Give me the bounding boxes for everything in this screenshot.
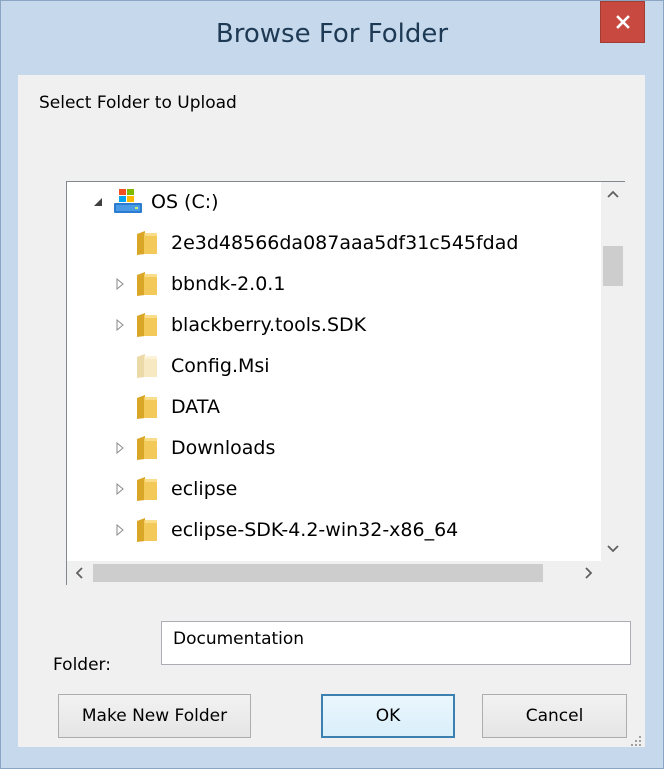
dialog-body: Select Folder to Upload OS (C:) 2e3d4856… [18, 75, 645, 747]
tree-node-folder[interactable]: eclipse [113, 469, 237, 509]
tree-node-label: eclipse [171, 478, 238, 500]
folder-icon [137, 231, 157, 255]
scrollbar-corner [601, 561, 625, 585]
folder-tree[interactable]: OS (C:) 2e3d48566da087aaa5df31c545fdad b… [66, 181, 625, 585]
scroll-right-button[interactable] [577, 561, 601, 585]
window-title: Browse For Folder [215, 19, 449, 49]
tree-node-folder[interactable]: DATA [113, 387, 220, 427]
folder-name-input[interactable] [161, 621, 631, 665]
close-icon [615, 15, 630, 29]
tree-node-label: DATA [171, 396, 220, 418]
title-bar[interactable]: Browse For Folder [1, 1, 663, 75]
tree-node-label: 2e3d48566da087aaa5df31c545fdad [171, 232, 519, 254]
vertical-scroll-thumb[interactable] [603, 246, 623, 286]
tree-collapsed-icon[interactable] [113, 441, 127, 455]
chevron-up-icon [607, 190, 619, 198]
folder-icon [137, 272, 157, 296]
tree-expanded-icon[interactable] [91, 195, 105, 209]
close-button[interactable] [600, 1, 645, 43]
chevron-left-icon [75, 567, 83, 579]
tree-node-drive-c[interactable]: OS (C:) [91, 182, 219, 222]
vertical-scrollbar[interactable] [601, 182, 625, 561]
folder-field-label: Folder: [53, 655, 111, 675]
hidden-folder-icon [137, 354, 157, 378]
horizontal-scroll-thumb[interactable] [93, 564, 543, 582]
tree-node-folder[interactable]: blackberry.tools.SDK [113, 305, 366, 345]
folder-icon [137, 395, 157, 419]
tree-node-folder[interactable]: eclipse-SDK-4.2-win32-x86_64 [113, 510, 458, 550]
tree-collapsed-icon[interactable] [113, 523, 127, 537]
tree-node-label: blackberry.tools.SDK [171, 314, 367, 336]
dialog-prompt: Select Folder to Upload [39, 93, 237, 113]
tree-node-folder-hidden[interactable]: Config.Msi [113, 346, 270, 386]
resize-grip-icon[interactable] [630, 735, 642, 747]
ok-button[interactable]: OK [321, 694, 455, 738]
folder-tree-viewport: OS (C:) 2e3d48566da087aaa5df31c545fdad b… [67, 182, 601, 561]
folder-icon [137, 477, 157, 501]
tree-node-folder[interactable]: 2e3d48566da087aaa5df31c545fdad [113, 223, 518, 263]
horizontal-scrollbar[interactable] [67, 561, 601, 585]
tree-collapsed-icon[interactable] [113, 277, 127, 291]
tree-collapsed-icon[interactable] [113, 482, 127, 496]
folder-icon [137, 436, 157, 460]
folder-icon [137, 518, 157, 542]
tree-node-label: Downloads [171, 437, 276, 459]
tree-node-label: Config.Msi [171, 355, 270, 377]
chevron-down-icon [607, 545, 619, 553]
tree-node-label: eclipse-SDK-4.2-win32-x86_64 [171, 519, 459, 541]
cancel-button[interactable]: Cancel [482, 694, 627, 738]
tree-collapsed-icon[interactable] [113, 318, 127, 332]
tree-node-folder[interactable]: Downloads [113, 428, 275, 468]
scroll-down-button[interactable] [601, 537, 625, 561]
drive-icon [114, 189, 142, 213]
scroll-left-button[interactable] [67, 561, 91, 585]
browse-for-folder-dialog: Browse For Folder Select Folder to Uploa… [0, 0, 664, 769]
make-new-folder-button[interactable]: Make New Folder [58, 694, 251, 738]
tree-node-label: OS (C:) [151, 191, 219, 213]
scroll-up-button[interactable] [601, 182, 625, 206]
folder-icon [137, 313, 157, 337]
tree-node-folder[interactable]: bbndk-2.0.1 [113, 264, 285, 304]
tree-node-label: bbndk-2.0.1 [171, 273, 286, 295]
chevron-right-icon [585, 567, 593, 579]
